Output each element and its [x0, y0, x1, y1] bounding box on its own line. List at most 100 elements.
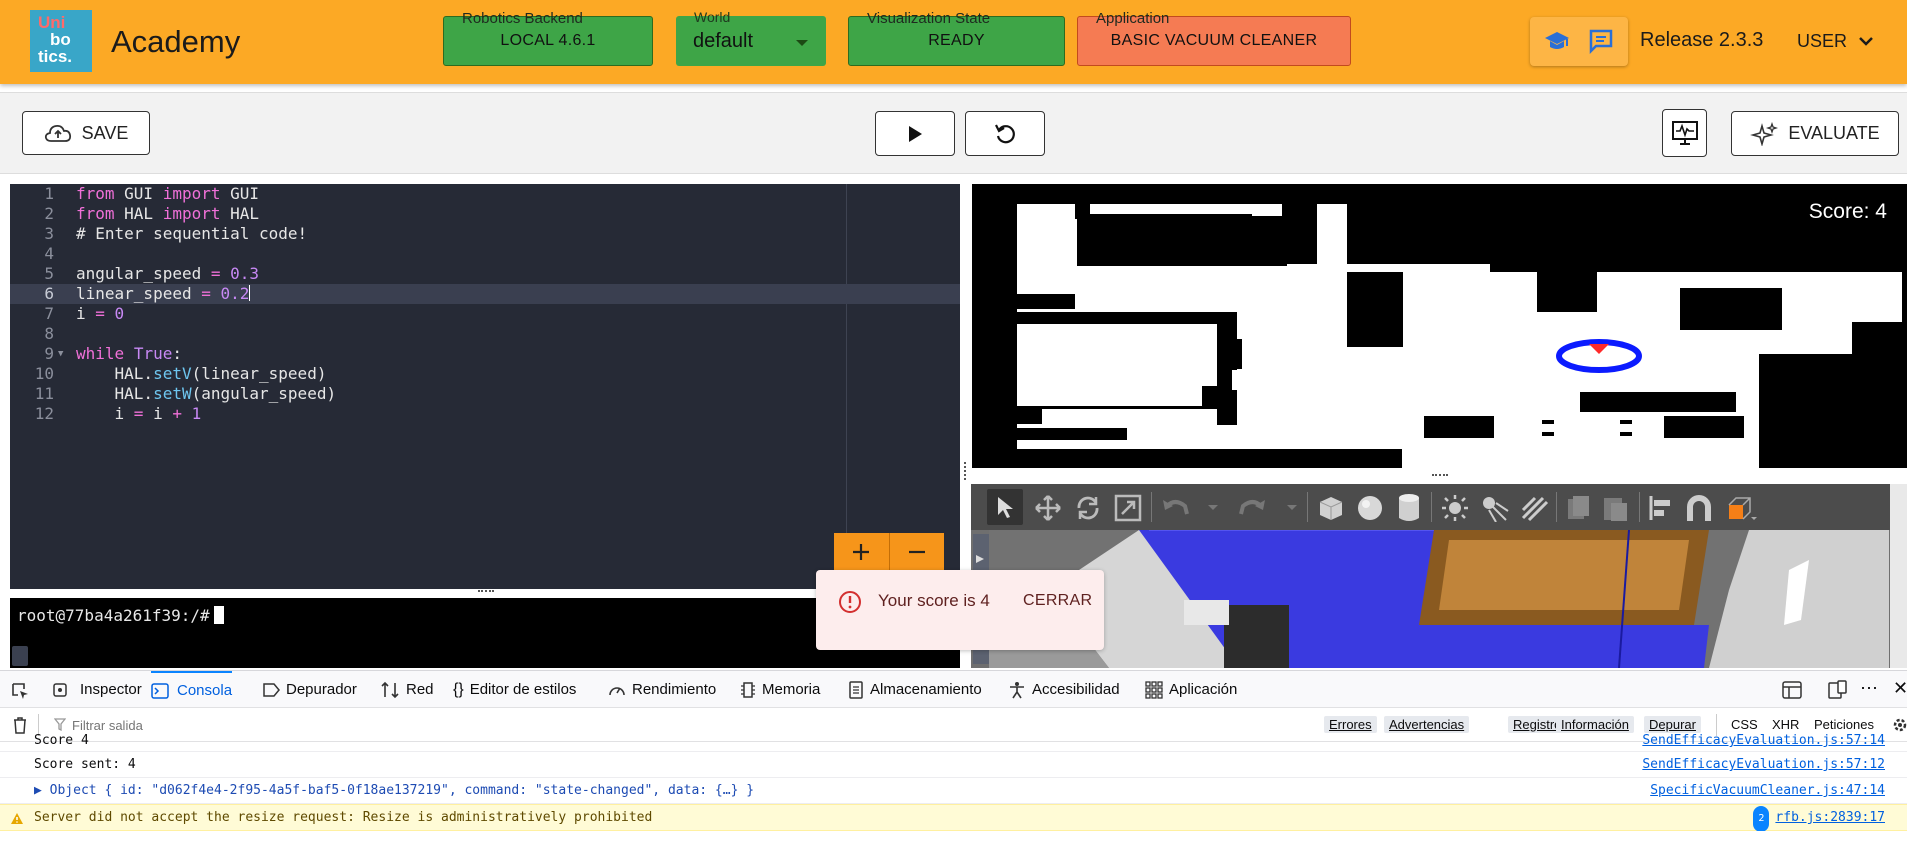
- user-menu[interactable]: USER: [1797, 31, 1847, 52]
- filter-debug[interactable]: Depurar: [1644, 716, 1701, 733]
- code-line[interactable]: 10 HAL.setV(linear_speed): [10, 364, 960, 384]
- application-selector[interactable]: Application BASIC VACUUM CLEANER: [1077, 10, 1351, 66]
- line-number: 3: [44, 224, 54, 243]
- align-icon[interactable]: [1647, 494, 1675, 522]
- viewer-toolbar: [971, 484, 1907, 530]
- tab-network[interactable]: Red: [380, 671, 434, 708]
- close-icon[interactable]: ✕: [1893, 678, 1907, 699]
- cylinder-shape-icon[interactable]: [1394, 492, 1424, 524]
- tab-debugger[interactable]: Depurador: [262, 671, 357, 708]
- toolbar-separator: [1639, 492, 1640, 522]
- rotate-icon[interactable]: [1074, 494, 1102, 522]
- visualization-state-status[interactable]: Visualization State READY: [848, 10, 1065, 66]
- console-log-row[interactable]: Score sent: 4 SendEfficacyEvaluation.js:…: [0, 752, 1907, 778]
- play-button[interactable]: [875, 111, 955, 156]
- console-log-row[interactable]: ▶ Object { id: "d062f4e4-2f95-4a5f-baf5-…: [0, 778, 1907, 804]
- feedback-chat-icon[interactable]: [1588, 28, 1614, 54]
- zoom-out-button[interactable]: [907, 542, 927, 562]
- viewer-play-arrow-icon[interactable]: [975, 554, 985, 564]
- console-log-row[interactable]: Score 4 SendEfficacyEvaluation.js:57:14: [0, 734, 1907, 752]
- translate-icon[interactable]: [1034, 494, 1062, 522]
- application-grid-icon: [1145, 680, 1163, 699]
- log-object-text[interactable]: ▶ Object { id: "d062f4e4-2f95-4a5f-baf5-…: [34, 778, 754, 804]
- code-line[interactable]: 5 angular_speed = 0.3: [10, 264, 960, 284]
- cloud-upload-icon: [44, 124, 71, 142]
- horizontal-splitter-handle[interactable]: [478, 590, 494, 594]
- chevron-down-icon[interactable]: [1858, 35, 1874, 47]
- copy-icon[interactable]: [1565, 494, 1591, 522]
- viewer-scrollbar[interactable]: [1890, 484, 1907, 668]
- debugger-icon: [263, 682, 280, 697]
- filter-requests[interactable]: Peticiones: [1814, 717, 1874, 732]
- monitor-button[interactable]: [1662, 109, 1707, 157]
- save-button[interactable]: SAVE: [22, 111, 150, 155]
- code-line[interactable]: 8: [10, 324, 960, 344]
- snap-magnet-icon[interactable]: [1685, 493, 1713, 523]
- tab-application[interactable]: Aplicación: [1145, 671, 1237, 708]
- code-line[interactable]: 1 from GUI import GUI: [10, 184, 960, 204]
- redo-icon[interactable]: [1239, 496, 1267, 518]
- code-line[interactable]: 9 ▼ while True:: [10, 344, 960, 364]
- tab-performance[interactable]: Rendimiento: [608, 671, 716, 708]
- filter-warnings[interactable]: Advertencias: [1384, 716, 1470, 733]
- code-line[interactable]: 3 # Enter sequential code!: [10, 224, 960, 244]
- responsive-design-icon[interactable]: [1828, 680, 1848, 700]
- gear-icon[interactable]: [1892, 716, 1907, 734]
- code-line[interactable]: 7 i = 0: [10, 304, 960, 324]
- world-select[interactable]: World default: [676, 9, 826, 66]
- filter-xhr[interactable]: XHR: [1772, 717, 1799, 732]
- log-source-link[interactable]: SpecificVacuumCleaner.js:47:14: [1650, 778, 1885, 804]
- tab-memory[interactable]: Memoria: [740, 671, 820, 708]
- log-source-link[interactable]: 2 rfb.js:2839:17: [1753, 805, 1885, 832]
- code-editor[interactable]: 1 from GUI import GUI 2 from HAL import …: [10, 184, 960, 589]
- element-picker-icon[interactable]: [10, 681, 30, 701]
- select-arrow-icon: [998, 497, 1013, 518]
- directional-light-icon[interactable]: [1519, 494, 1549, 522]
- reset-button[interactable]: [965, 111, 1045, 156]
- filter-css[interactable]: CSS: [1731, 717, 1758, 732]
- undo-icon[interactable]: [1161, 496, 1189, 518]
- viewer-splitter-handle[interactable]: [1432, 474, 1448, 478]
- code-line[interactable]: 4: [10, 244, 960, 264]
- graduation-cap-icon[interactable]: [1544, 29, 1570, 53]
- tab-style-editor[interactable]: {} Editor de estilos: [453, 671, 576, 708]
- vertical-splitter-handle[interactable]: [964, 462, 968, 480]
- scale-icon[interactable]: [1114, 494, 1142, 522]
- trash-icon[interactable]: [12, 716, 28, 734]
- tab-storage[interactable]: Almacenamiento: [848, 671, 982, 708]
- log-source-link[interactable]: SendEfficacyEvaluation.js:57:14: [1642, 734, 1885, 748]
- tab-label: Memoria: [762, 681, 821, 698]
- robotics-backend-status[interactable]: Robotics Backend LOCAL 4.6.1: [443, 10, 653, 66]
- filter-info[interactable]: Información: [1556, 716, 1634, 733]
- paste-icon[interactable]: [1601, 493, 1629, 523]
- console-input-row[interactable]: [0, 831, 1907, 846]
- code-line[interactable]: 2 from HAL import HAL: [10, 204, 960, 224]
- tab-console[interactable]: Consola: [151, 671, 233, 708]
- tab-inspector[interactable]: Inspector: [52, 671, 142, 708]
- more-options-icon[interactable]: ⋯: [1860, 678, 1878, 699]
- gazebo-3d-viewer[interactable]: [971, 484, 1907, 668]
- log-source-link[interactable]: SendEfficacyEvaluation.js:57:12: [1642, 752, 1885, 778]
- fold-arrow-icon[interactable]: ▼: [58, 344, 63, 364]
- code-line-active[interactable]: 6 linear_speed = 0.2: [10, 284, 960, 304]
- console-warning-row[interactable]: Server did not accept the resize request…: [0, 804, 1907, 832]
- code-line[interactable]: 11 HAL.setW(angular_speed): [10, 384, 960, 404]
- line-number: 6: [44, 284, 54, 303]
- toast-close-button[interactable]: CERRAR: [1023, 592, 1092, 610]
- unibotics-logo[interactable]: Uni bo tics.: [30, 10, 92, 72]
- redo-history-caret-icon[interactable]: [1286, 504, 1298, 512]
- point-light-icon[interactable]: [1441, 494, 1469, 522]
- sphere-shape-icon[interactable]: [1355, 493, 1385, 523]
- split-console-icon[interactable]: [1782, 681, 1802, 699]
- evaluate-button[interactable]: EVALUATE: [1731, 111, 1899, 156]
- spot-light-icon[interactable]: [1480, 494, 1510, 522]
- filter-errors[interactable]: Errores: [1324, 716, 1377, 733]
- zoom-in-button[interactable]: [851, 542, 871, 562]
- view-angle-icon[interactable]: [1723, 493, 1757, 523]
- code-text: i = i + 1: [76, 404, 202, 423]
- drag-handle-icon[interactable]: [12, 646, 28, 666]
- box-shape-icon[interactable]: [1316, 493, 1346, 523]
- tab-accessibility[interactable]: Accesibilidad: [1008, 671, 1120, 708]
- code-line[interactable]: 12 i = i + 1: [10, 404, 960, 424]
- undo-history-caret-icon[interactable]: [1207, 504, 1219, 512]
